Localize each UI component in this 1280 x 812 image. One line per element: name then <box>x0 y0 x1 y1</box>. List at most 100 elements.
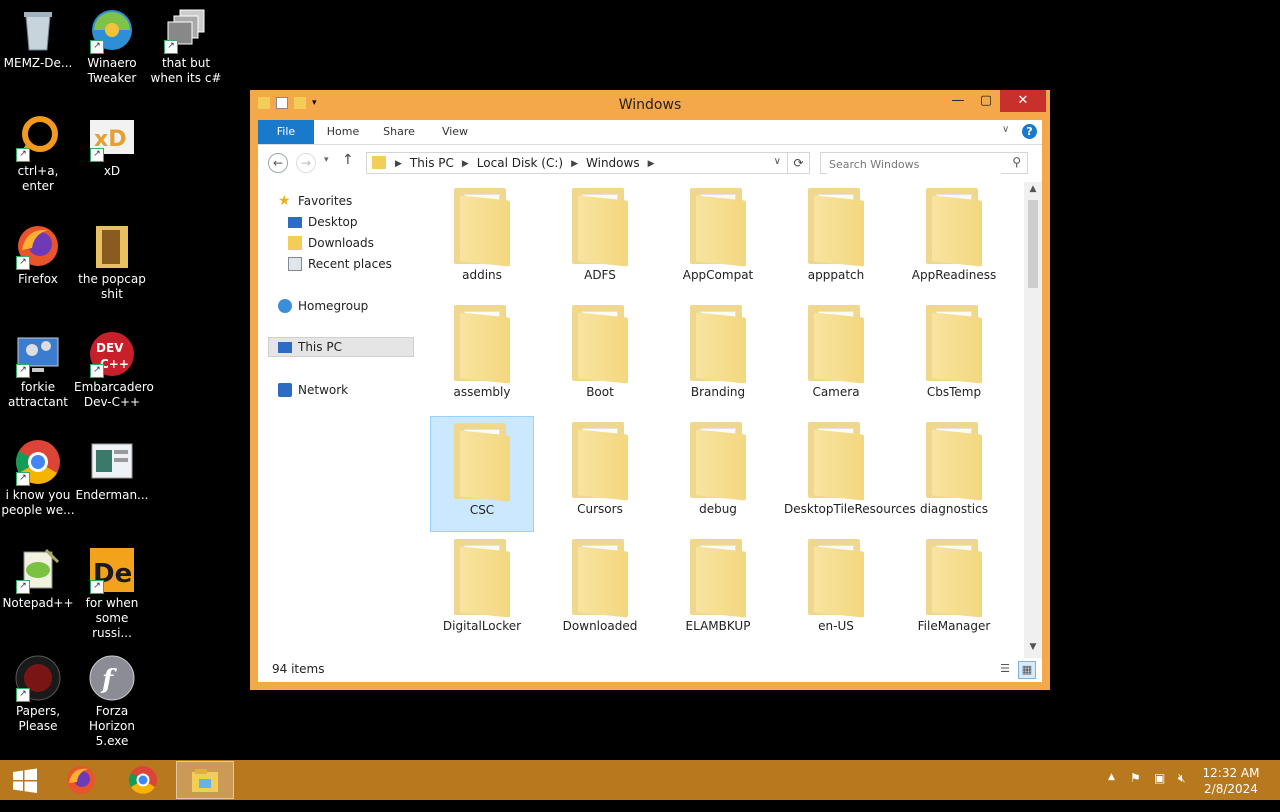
action-center-flag-icon[interactable]: ⚑ <box>1130 771 1141 811</box>
folder-item[interactable]: CSC <box>430 416 534 532</box>
shortcut-arrow-icon: ↗ <box>90 40 104 54</box>
tab-share[interactable]: Share <box>376 120 422 144</box>
folder-item[interactable]: FileManager <box>902 533 1006 649</box>
folder-item[interactable]: diagnostics <box>902 416 1006 532</box>
folder-item[interactable]: Branding <box>666 299 770 415</box>
winaero-icon: ↗ <box>88 6 136 54</box>
folder-item[interactable]: ADFS <box>548 182 652 298</box>
nav-homegroup[interactable]: Homegroup <box>278 296 368 316</box>
desktop-icon-chrome[interactable]: ↗ i know you people we... <box>0 438 76 518</box>
taskbar-firefox[interactable] <box>52 761 110 799</box>
taskbar-chrome[interactable] <box>114 761 172 799</box>
folder-name: DigitalLocker <box>442 619 522 633</box>
nav-this-pc[interactable]: This PC <box>268 337 414 357</box>
folder-name: diagnostics <box>919 502 988 516</box>
folder-item[interactable]: addins <box>430 182 534 298</box>
window-title: Windows <box>618 97 682 113</box>
search-input[interactable] <box>827 154 1001 175</box>
tab-file[interactable]: File <box>258 120 314 144</box>
navigation-pane: ★ Favorites Desktop Downloads Recent pla… <box>258 182 426 652</box>
desktop-icon-csharp[interactable]: ↗ that but when its c# <box>148 6 224 86</box>
desktop-icon-xd[interactable]: xD ↗ xD <box>74 114 150 179</box>
minimize-button[interactable]: — <box>944 90 972 112</box>
desktop-icon-forkie[interactable]: ↗ forkie attractant <box>0 330 76 410</box>
chevron-right-icon: ▶ <box>461 159 469 169</box>
network-tray-icon[interactable]: ▣ <box>1154 771 1165 811</box>
folder-item[interactable]: ELAMBKUP <box>666 533 770 649</box>
desktop-icon-notepadpp[interactable]: ↗ Notepad++ <box>0 546 76 611</box>
desktop-icon-papers-please[interactable]: ↗ Papers, Please <box>0 654 76 734</box>
breadcrumb-windows[interactable]: Windows <box>586 156 640 172</box>
search-icon[interactable]: ⚲ <box>1012 155 1021 169</box>
nav-network[interactable]: Network <box>278 380 348 400</box>
tab-home[interactable]: Home <box>322 120 364 144</box>
back-button[interactable]: ← <box>268 153 288 173</box>
folder-icon <box>686 303 750 384</box>
desktop-icon-recycle-bin[interactable]: MEMZ-De... <box>0 6 76 71</box>
nav-downloads[interactable]: Downloads <box>288 233 374 253</box>
nav-desktop[interactable]: Desktop <box>288 212 358 232</box>
start-button[interactable] <box>0 761 50 799</box>
desktop-icon-de[interactable]: De ↗ for when some russi... <box>74 546 150 641</box>
chrome-icon <box>129 766 157 794</box>
scroll-up-icon[interactable]: ▲ <box>1024 184 1042 198</box>
folder-icon <box>568 186 632 267</box>
folder-item[interactable]: CbsTemp <box>902 299 1006 415</box>
title-bar[interactable]: ▾ Windows — ▢ ✕ <box>250 90 1050 120</box>
search-box: ⚲ <box>820 152 1028 175</box>
desktop-icon-firefox[interactable]: ↗ Firefox <box>0 222 76 287</box>
folder-item[interactable]: Camera <box>784 299 888 415</box>
desktop-icon-winaero[interactable]: ↗ Winaero Tweaker <box>74 6 150 86</box>
folder-item[interactable]: Cursors <box>548 416 652 532</box>
volume-muted-icon[interactable]: 🔇︎ <box>1178 771 1186 811</box>
taskbar: ▲ ⚑ ▣ 🔇︎ 12:32 AM 2/8/2024 <box>0 760 1280 800</box>
folder-name: Cursors <box>577 502 623 516</box>
desktop-icon-forza[interactable]: f Forza Horizon 5.exe <box>74 654 150 749</box>
nav-favorites[interactable]: ★ Favorites <box>278 191 352 211</box>
desktop-icon-popcap[interactable]: the popcap shit <box>74 222 150 302</box>
folder-item[interactable]: DigitalLocker <box>430 533 534 649</box>
refresh-button[interactable]: ⟳ <box>788 152 810 174</box>
forward-button[interactable]: → <box>296 153 316 173</box>
folder-item[interactable]: Boot <box>548 299 652 415</box>
help-icon[interactable]: ? <box>1022 124 1037 139</box>
folder-item[interactable]: debug <box>666 416 770 532</box>
folder-item[interactable]: en-US <box>784 533 888 649</box>
taskbar-file-explorer[interactable] <box>176 761 234 799</box>
breadcrumb-local-disk[interactable]: Local Disk (C:) <box>477 156 563 172</box>
maximize-button[interactable]: ▢ <box>972 90 1000 112</box>
folder-name: Branding <box>690 385 746 399</box>
details-view-icon[interactable]: ☰ <box>996 661 1014 679</box>
folder-icon <box>686 420 750 501</box>
folder-item[interactable]: AppCompat <box>666 182 770 298</box>
address-bar[interactable]: ▶ This PC ▶ Local Disk (C:) ▶ Windows ▶ … <box>366 152 788 174</box>
window-image-icon <box>88 438 136 486</box>
tab-view[interactable]: View <box>434 120 476 144</box>
folder-item[interactable]: apppatch <box>784 182 888 298</box>
up-button[interactable]: ↑ <box>342 152 354 168</box>
desktop-icon-ctrl-a[interactable]: ↗ ctrl+a, enter <box>0 114 76 194</box>
scrollbar-thumb[interactable] <box>1028 200 1038 288</box>
desktop-icon-enderman[interactable]: Enderman... <box>74 438 150 503</box>
vertical-scrollbar[interactable]: ▲ ▼ <box>1024 182 1042 658</box>
folder-name: CbsTemp <box>926 385 982 399</box>
chevron-down-icon[interactable]: ∨ <box>774 156 781 167</box>
folder-item[interactable]: Downloaded <box>548 533 652 649</box>
close-button[interactable]: ✕ <box>1000 90 1046 112</box>
folder-item[interactable]: DesktopTileResources <box>784 416 916 532</box>
breadcrumb-this-pc[interactable]: This PC <box>410 156 454 172</box>
desktop-icon-devcpp[interactable]: DEV C++ ↗ Embarcadero Dev-C++ <box>74 330 154 410</box>
recent-locations-icon[interactable]: ▾ <box>324 155 329 165</box>
folder-item[interactable]: assembly <box>430 299 534 415</box>
folder-icon <box>450 537 514 618</box>
window-client: File Home Share View ∨ ? ← → ▾ ↑ ▶ This … <box>258 120 1042 682</box>
large-icons-view-icon[interactable]: ▦ <box>1018 661 1036 679</box>
folder-icon <box>568 537 632 618</box>
system-clock[interactable]: 12:32 AM 2/8/2024 <box>1196 765 1266 797</box>
shortcut-arrow-icon: ↗ <box>90 580 104 594</box>
folder-item[interactable]: AppReadiness <box>902 182 1006 298</box>
expand-ribbon-icon[interactable]: ∨ <box>1002 124 1009 135</box>
scroll-down-icon[interactable]: ▼ <box>1024 642 1042 656</box>
nav-recent-places[interactable]: Recent places <box>288 254 392 274</box>
show-hidden-icons-icon[interactable]: ▲ <box>1108 772 1115 812</box>
